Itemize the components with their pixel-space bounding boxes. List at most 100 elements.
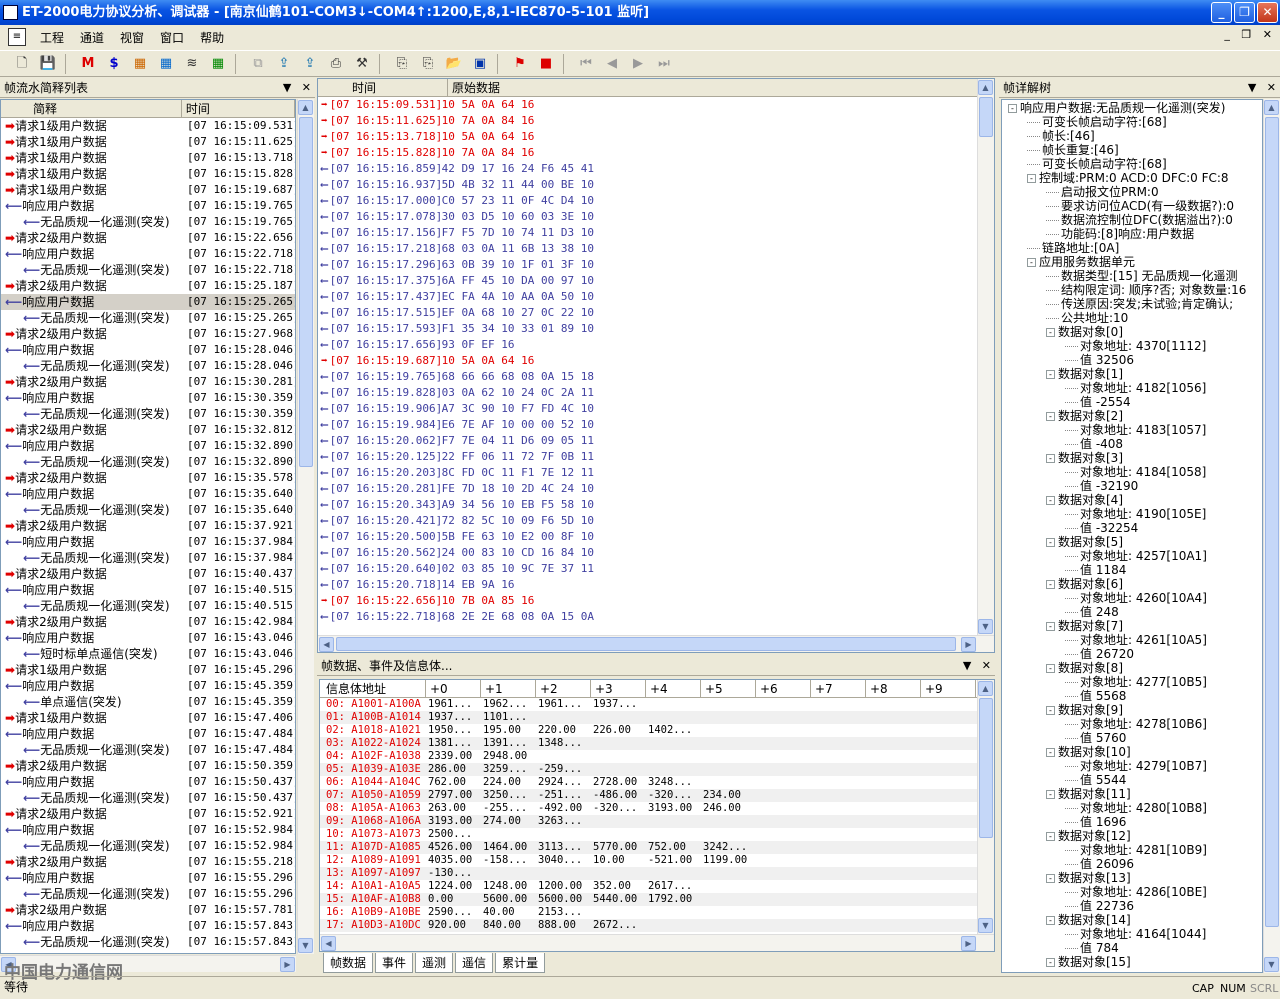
col-time[interactable]: 时间 xyxy=(182,100,295,117)
collapse-icon[interactable]: - xyxy=(1046,328,1055,337)
tab-0[interactable]: 帧数据 xyxy=(323,953,374,973)
horizontal-scrollbar[interactable]: ◀ ▶ xyxy=(318,635,994,652)
tree-node[interactable]: 公共地址:10 xyxy=(1002,311,1262,325)
collapse-icon[interactable]: - xyxy=(1046,916,1055,925)
table-row[interactable]: 10: A1073-A1073 2500... xyxy=(320,828,994,841)
col-offset[interactable]: +1 xyxy=(481,680,536,697)
tree-node[interactable]: 对象地址: 4278[10B6] xyxy=(1002,717,1262,731)
color3-icon[interactable]: ▦ xyxy=(206,53,230,75)
vertical-scrollbar[interactable]: ▲ ▼ xyxy=(977,680,994,934)
list-item[interactable]: ➡请求2级用户数据 [07 16:15:25.187] xyxy=(1,278,295,294)
list-item[interactable]: ➡请求2级用户数据 [07 16:15:50.359] xyxy=(1,758,295,774)
raw-row[interactable]: ⟵ [07 16:15:20.718] 14 EB 9A 16 xyxy=(318,577,994,593)
collapse-icon[interactable]: - xyxy=(1046,664,1055,673)
scroll-right-button[interactable]: ▶ xyxy=(961,637,976,652)
list-item[interactable]: ⟵无品质规一化遥测(突发) [07 16:15:40.515] xyxy=(1,598,295,614)
col-offset[interactable]: +5 xyxy=(701,680,756,697)
col-offset[interactable]: +2 xyxy=(536,680,591,697)
raw-row[interactable]: ⟵ [07 16:15:19.984] E6 7E AF 10 00 00 52 1… xyxy=(318,417,994,433)
col-raw-data[interactable]: 原始数据 xyxy=(448,79,978,96)
raw-row[interactable]: ⟵ [07 16:15:20.281] FE 7D 18 10 2D 4C 24 1… xyxy=(318,481,994,497)
raw-row[interactable]: ➡ [07 16:15:15.828] 10 7A 0A 84 16 xyxy=(318,145,994,161)
vertical-scrollbar[interactable]: ▲ ▼ xyxy=(977,79,994,635)
tab-1[interactable]: 事件 xyxy=(375,953,414,973)
close-button[interactable]: ✕ xyxy=(1257,2,1278,23)
table-row[interactable]: 16: A10B9-A10BE 2590... 40.00 2153... xyxy=(320,906,994,919)
save-icon[interactable]: 💾 xyxy=(36,53,60,75)
tree-node[interactable]: 值 -32254 xyxy=(1002,521,1262,535)
raw-row[interactable]: ⟵ [07 16:15:20.500] 5B FE 63 10 E2 00 8F 1… xyxy=(318,529,994,545)
table-row[interactable]: 17: A10D3-A10DC 920.00 840.00 888.00 2672... xyxy=(320,919,994,932)
collapse-icon[interactable]: - xyxy=(1046,832,1055,841)
tree-node[interactable]: - 数据对象[11] xyxy=(1002,787,1262,801)
list-item[interactable]: ➡请求2级用户数据 [07 16:15:27.968] xyxy=(1,326,295,342)
scroll-thumb[interactable] xyxy=(979,97,993,137)
list-item[interactable]: ⟵无品质规一化遥测(突发) [07 16:15:55.296] xyxy=(1,886,295,902)
table-row[interactable]: 04: A102F-A1038 2339.00 2948.00 xyxy=(320,750,994,763)
tree-node[interactable]: - 应用服务数据单元 xyxy=(1002,255,1262,269)
raw-row[interactable]: ⟵ [07 16:15:16.937] 5D 4B 32 11 44 00 BE 1… xyxy=(318,177,994,193)
color2-icon[interactable]: ▦ xyxy=(154,53,178,75)
raw-row[interactable]: ⟵ [07 16:15:17.515] EF 0A 68 10 27 0C 22 1… xyxy=(318,305,994,321)
scroll-thumb[interactable] xyxy=(299,117,313,467)
tree-node[interactable]: 对象地址: 4184[1058] xyxy=(1002,465,1262,479)
list-item[interactable]: ⟵响应用户数据 [07 16:15:30.359] xyxy=(1,390,295,406)
collapse-icon[interactable]: - xyxy=(1046,622,1055,631)
collapse-icon[interactable]: - xyxy=(1046,580,1055,589)
export-icon[interactable]: ⇪ xyxy=(272,53,296,75)
horizontal-scrollbar[interactable]: ◀ ▶ xyxy=(320,934,994,951)
raw-row[interactable]: ➡ [07 16:15:13.718] 10 5A 0A 64 16 xyxy=(318,129,994,145)
tree-node[interactable]: 值 1696 xyxy=(1002,815,1262,829)
folder-icon[interactable]: 📂 xyxy=(442,53,466,75)
list-item[interactable]: ➡请求1级用户数据 [07 16:15:19.687] xyxy=(1,182,295,198)
list-item[interactable]: ⟵无品质规一化遥测(突发) [07 16:15:19.765] xyxy=(1,214,295,230)
tree-node[interactable]: - 数据对象[3] xyxy=(1002,451,1262,465)
menu-window[interactable]: 窗口 xyxy=(152,27,192,48)
col-offset[interactable]: +8 xyxy=(866,680,921,697)
scroll-up-button[interactable]: ▲ xyxy=(978,80,993,95)
raw-row[interactable]: ⟵ [07 16:15:19.906] A7 3C 90 10 F7 FD 4C 1… xyxy=(318,401,994,417)
scroll-down-button[interactable]: ▼ xyxy=(978,619,993,634)
collapse-icon[interactable]: - xyxy=(1027,258,1036,267)
list-item[interactable]: ⟵单点遥信(突发) [07 16:15:45.359] xyxy=(1,694,295,710)
raw-row[interactable]: ⟵ [07 16:15:22.718] 68 2E 2E 68 08 0A 15 0… xyxy=(318,609,994,625)
table-row[interactable]: 07: A1050-A1059 2797.00 3250... -251... -486… xyxy=(320,789,994,802)
last-icon[interactable]: ⏭ xyxy=(652,53,676,75)
raw-row[interactable]: ⟵ [07 16:15:17.156] F7 F5 7D 10 74 11 D3 1… xyxy=(318,225,994,241)
scroll-left-button[interactable]: ◀ xyxy=(321,936,336,951)
list-item[interactable]: ➡请求2级用户数据 [07 16:15:32.812] xyxy=(1,422,295,438)
tree-node[interactable]: - 数据对象[15] xyxy=(1002,955,1262,969)
list-item[interactable]: ⟵响应用户数据 [07 16:15:35.640] xyxy=(1,486,295,502)
tree-node[interactable]: 值 26096 xyxy=(1002,857,1262,871)
table-row[interactable]: 11: A107D-A1085 4526.00 1464.00 3113... 5770… xyxy=(320,841,994,854)
tree-node[interactable]: 对象地址: 4261[10A5] xyxy=(1002,633,1262,647)
collapse-icon[interactable]: - xyxy=(1046,748,1055,757)
col-offset[interactable]: +9 xyxy=(921,680,976,697)
tree-node[interactable]: 值 -32190 xyxy=(1002,479,1262,493)
dollar-icon[interactable]: $ xyxy=(102,53,126,75)
list-item[interactable]: ⟵响应用户数据 [07 16:15:55.296] xyxy=(1,870,295,886)
list-item[interactable]: ➡请求1级用户数据 [07 16:15:11.625] xyxy=(1,134,295,150)
raw-row[interactable]: ⟵ [07 16:15:19.828] 03 0A 62 10 24 0C 2A 1… xyxy=(318,385,994,401)
tree-node[interactable]: 值 -2554 xyxy=(1002,395,1262,409)
stop-icon[interactable]: ■ xyxy=(534,53,558,75)
list-item[interactable]: ➡请求2级用户数据 [07 16:15:40.437] xyxy=(1,566,295,582)
col-raw-time[interactable]: 时间 xyxy=(318,79,448,96)
tree-node[interactable]: 对象地址: 4279[10B7] xyxy=(1002,759,1262,773)
raw-row[interactable]: ⟵ [07 16:15:17.296] 63 0B 39 10 1F 01 3F 1… xyxy=(318,257,994,273)
list-item[interactable]: ⟵响应用户数据 [07 16:15:28.046] xyxy=(1,342,295,358)
list-item[interactable]: ➡请求2级用户数据 [07 16:15:57.781] xyxy=(1,902,295,918)
menu-project[interactable]: 工程 xyxy=(32,27,72,48)
table-row[interactable]: 08: A105A-A1063 263.00 -255... -492.00 -320.… xyxy=(320,802,994,815)
panel-buttons[interactable]: ▼ ✕ xyxy=(963,656,991,676)
col-offset[interactable]: +7 xyxy=(811,680,866,697)
tree-node[interactable]: 传送原因:突发;未试验;肯定确认; xyxy=(1002,297,1262,311)
table-row[interactable]: 05: A1039-A103E 286.00 3259... -259... xyxy=(320,763,994,776)
tree-node[interactable]: - 响应用户数据:无品质规一化遥测(突发) xyxy=(1002,101,1262,115)
minimize-button[interactable]: _ xyxy=(1211,2,1232,23)
tree-node[interactable]: - 数据对象[9] xyxy=(1002,703,1262,717)
scroll-right-button[interactable]: ▶ xyxy=(280,957,295,972)
tree-node[interactable]: 值 5568 xyxy=(1002,689,1262,703)
scroll-down-button[interactable]: ▼ xyxy=(978,918,993,933)
open2-icon[interactable]: ⎘ xyxy=(416,53,440,75)
